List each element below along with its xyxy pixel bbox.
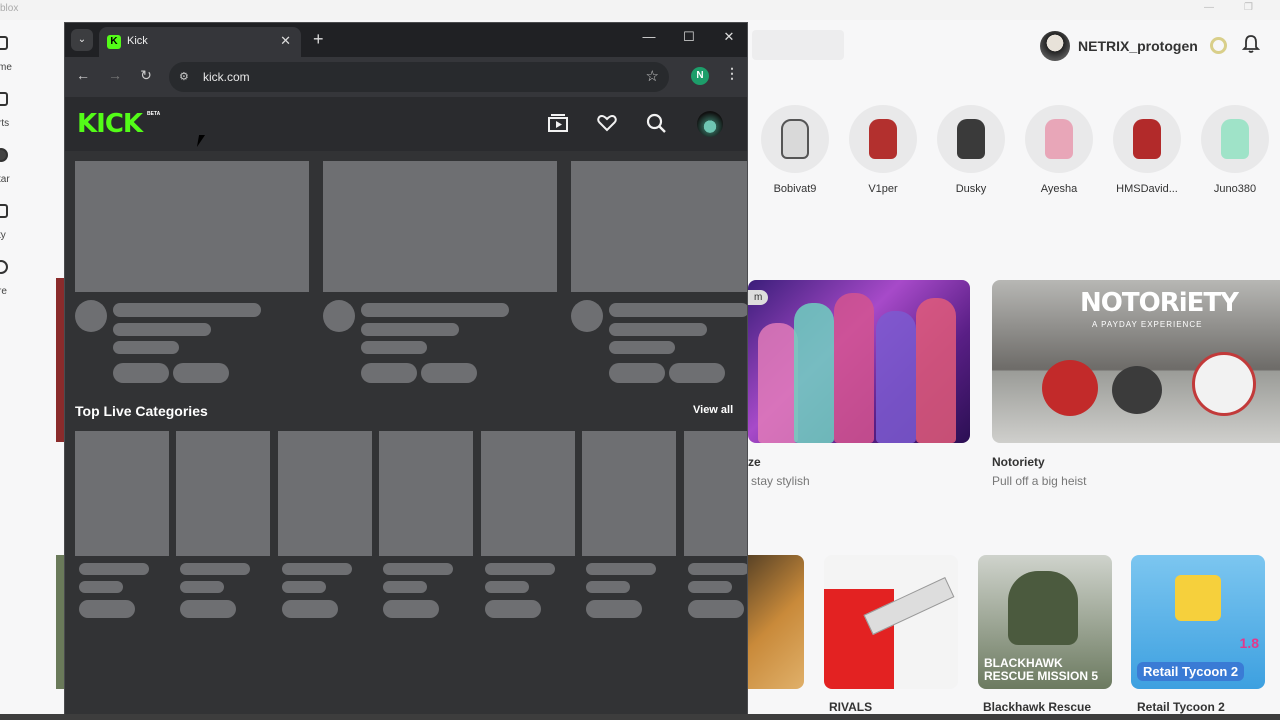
friend-name: HMSDavid... bbox=[1116, 183, 1178, 195]
restore-icon[interactable]: ❐ bbox=[1244, 2, 1253, 13]
view-all-link[interactable]: View all bbox=[693, 404, 733, 416]
user-profile[interactable]: NETRIX_protogen bbox=[1040, 30, 1198, 62]
game-title[interactable]: Blackhawk Rescue bbox=[983, 700, 1091, 714]
new-tab-icon[interactable]: + bbox=[313, 29, 324, 50]
friend-avatar bbox=[761, 105, 829, 173]
friend-item[interactable]: HMSDavid... bbox=[1108, 105, 1186, 195]
friend-item[interactable]: Ayesha bbox=[1020, 105, 1098, 195]
following-icon[interactable] bbox=[547, 112, 569, 134]
avatar bbox=[1040, 31, 1070, 61]
game-thumbnail[interactable] bbox=[748, 555, 804, 689]
roblox-header: NETRIX_protogen bbox=[748, 20, 1280, 72]
home-icon bbox=[0, 36, 8, 50]
kick-page: KICK BETA Top Live Categories View all bbox=[65, 97, 747, 719]
game-thumbnail-rivals[interactable] bbox=[824, 555, 958, 689]
sidebar-item-home[interactable]: me bbox=[0, 36, 20, 76]
avatar-icon bbox=[0, 148, 8, 162]
friend-name: Bobivat9 bbox=[773, 183, 817, 195]
sidebar-label: ty bbox=[0, 230, 6, 241]
sidebar-label: tar bbox=[0, 174, 10, 185]
reload-icon[interactable]: ↻ bbox=[136, 67, 156, 84]
game-subtitle: stay stylish bbox=[751, 474, 810, 488]
friend-name: Ayesha bbox=[1040, 183, 1078, 195]
friend-avatar bbox=[1113, 105, 1181, 173]
sidebar-item-more[interactable]: re bbox=[0, 260, 20, 300]
game-title[interactable]: Retail Tycoon 2 bbox=[1137, 700, 1225, 714]
browser-toolbar: ← → ↻ ⚙ kick.com ☆ N ⋮ bbox=[65, 57, 747, 97]
friend-avatar bbox=[1201, 105, 1269, 173]
bell-icon[interactable] bbox=[1242, 34, 1260, 54]
minimize-icon[interactable]: — bbox=[639, 29, 659, 44]
heart-icon[interactable] bbox=[596, 112, 618, 134]
sidebar-item-party[interactable]: ty bbox=[0, 204, 20, 244]
section-title: Top Live Categories bbox=[75, 403, 208, 419]
maximize-icon[interactable]: ☐ bbox=[679, 29, 699, 45]
sidebar-label: me bbox=[0, 62, 12, 73]
notoriety-logo: NOTORiETY bbox=[1080, 288, 1239, 318]
tab-title: Kick bbox=[127, 35, 148, 47]
roblox-titlebar: blox — ❐ bbox=[0, 0, 1280, 20]
game-subtitle: Pull off a big heist bbox=[992, 474, 1087, 488]
bookmark-star-icon[interactable]: ☆ bbox=[646, 67, 659, 85]
game-badge: 1.8 bbox=[1239, 635, 1259, 651]
sidebar-item-avatar[interactable]: tar bbox=[0, 148, 20, 188]
site-info-icon[interactable]: ⚙ bbox=[179, 70, 193, 84]
friend-item[interactable]: V1per bbox=[844, 105, 922, 195]
kick-favicon-icon: K bbox=[107, 35, 121, 49]
charts-icon bbox=[0, 92, 8, 106]
roblox-window-title: blox bbox=[0, 3, 19, 14]
friend-item[interactable]: Dusky bbox=[932, 105, 1010, 195]
notoriety-logo-sub: A PAYDAY EXPERIENCE bbox=[1092, 320, 1203, 329]
kick-logo[interactable]: KICK bbox=[77, 109, 143, 139]
search-icon[interactable] bbox=[645, 112, 667, 134]
tab-search-icon[interactable]: ⌄ bbox=[71, 29, 93, 51]
menu-icon[interactable]: ⋮ bbox=[725, 65, 739, 82]
game-thumbnail-retail[interactable]: 1.8 Retail Tycoon 2 bbox=[1131, 555, 1265, 689]
username: NETRIX_protogen bbox=[1078, 38, 1198, 54]
friend-avatar bbox=[937, 105, 1005, 173]
game-title[interactable]: RIVALS bbox=[829, 700, 872, 714]
more-icon bbox=[0, 260, 8, 274]
game-badge: m bbox=[748, 290, 769, 305]
game-thumbnail-fashion[interactable]: m bbox=[748, 280, 970, 443]
friend-avatar bbox=[849, 105, 917, 173]
minimize-icon[interactable]: — bbox=[1204, 2, 1214, 13]
sidebar-label: rts bbox=[0, 118, 10, 129]
kick-header: KICK BETA bbox=[65, 97, 747, 151]
friend-item[interactable]: Juno380 bbox=[1196, 105, 1274, 195]
game-tile-edge[interactable] bbox=[56, 278, 64, 442]
browser-window: ⌄ K Kick ✕ + — ☐ ✕ ← → ↻ ⚙ kick.com ☆ N … bbox=[64, 22, 748, 720]
search-input[interactable] bbox=[752, 30, 844, 60]
robux-icon[interactable] bbox=[1210, 37, 1227, 54]
friend-item[interactable]: Bobivat9 bbox=[756, 105, 834, 195]
sidebar-item-charts[interactable]: rts bbox=[0, 92, 20, 132]
friends-list: Bobivat9 V1per Dusky Ayesha HMSDavid... … bbox=[748, 100, 1280, 200]
kick-beta-label: BETA bbox=[147, 111, 161, 117]
game-overlay-text: Retail Tycoon 2 bbox=[1137, 662, 1245, 681]
game-title[interactable]: ze bbox=[748, 455, 761, 469]
address-bar[interactable]: ⚙ kick.com ☆ bbox=[169, 62, 669, 92]
game-thumbnail-blackhawk[interactable]: BLACKHAWK RESCUE MISSION 5 bbox=[978, 555, 1112, 689]
user-avatar[interactable] bbox=[697, 111, 723, 137]
profile-avatar[interactable]: N bbox=[691, 67, 709, 85]
friend-name: Dusky bbox=[955, 183, 987, 195]
tab-bar: ⌄ K Kick ✕ + — ☐ ✕ bbox=[65, 23, 747, 57]
back-icon[interactable]: ← bbox=[73, 67, 93, 83]
sidebar-label: re bbox=[0, 286, 7, 297]
taskbar bbox=[0, 714, 1280, 720]
close-tab-icon[interactable]: ✕ bbox=[280, 33, 291, 49]
game-thumbnail-notoriety[interactable]: NOTORiETY A PAYDAY EXPERIENCE bbox=[992, 280, 1280, 443]
game-title[interactable]: Notoriety bbox=[992, 455, 1045, 469]
party-icon bbox=[0, 204, 8, 218]
friend-name: Juno380 bbox=[1213, 183, 1257, 195]
friend-name: V1per bbox=[868, 183, 898, 195]
friend-avatar bbox=[1025, 105, 1093, 173]
url-text: kick.com bbox=[203, 70, 250, 84]
forward-icon[interactable]: → bbox=[105, 67, 125, 83]
game-tile-edge[interactable] bbox=[56, 555, 64, 689]
close-window-icon[interactable]: ✕ bbox=[719, 29, 739, 45]
game-overlay-text: BLACKHAWK RESCUE MISSION 5 bbox=[984, 656, 1099, 683]
tab-kick[interactable]: K Kick ✕ bbox=[99, 27, 301, 57]
